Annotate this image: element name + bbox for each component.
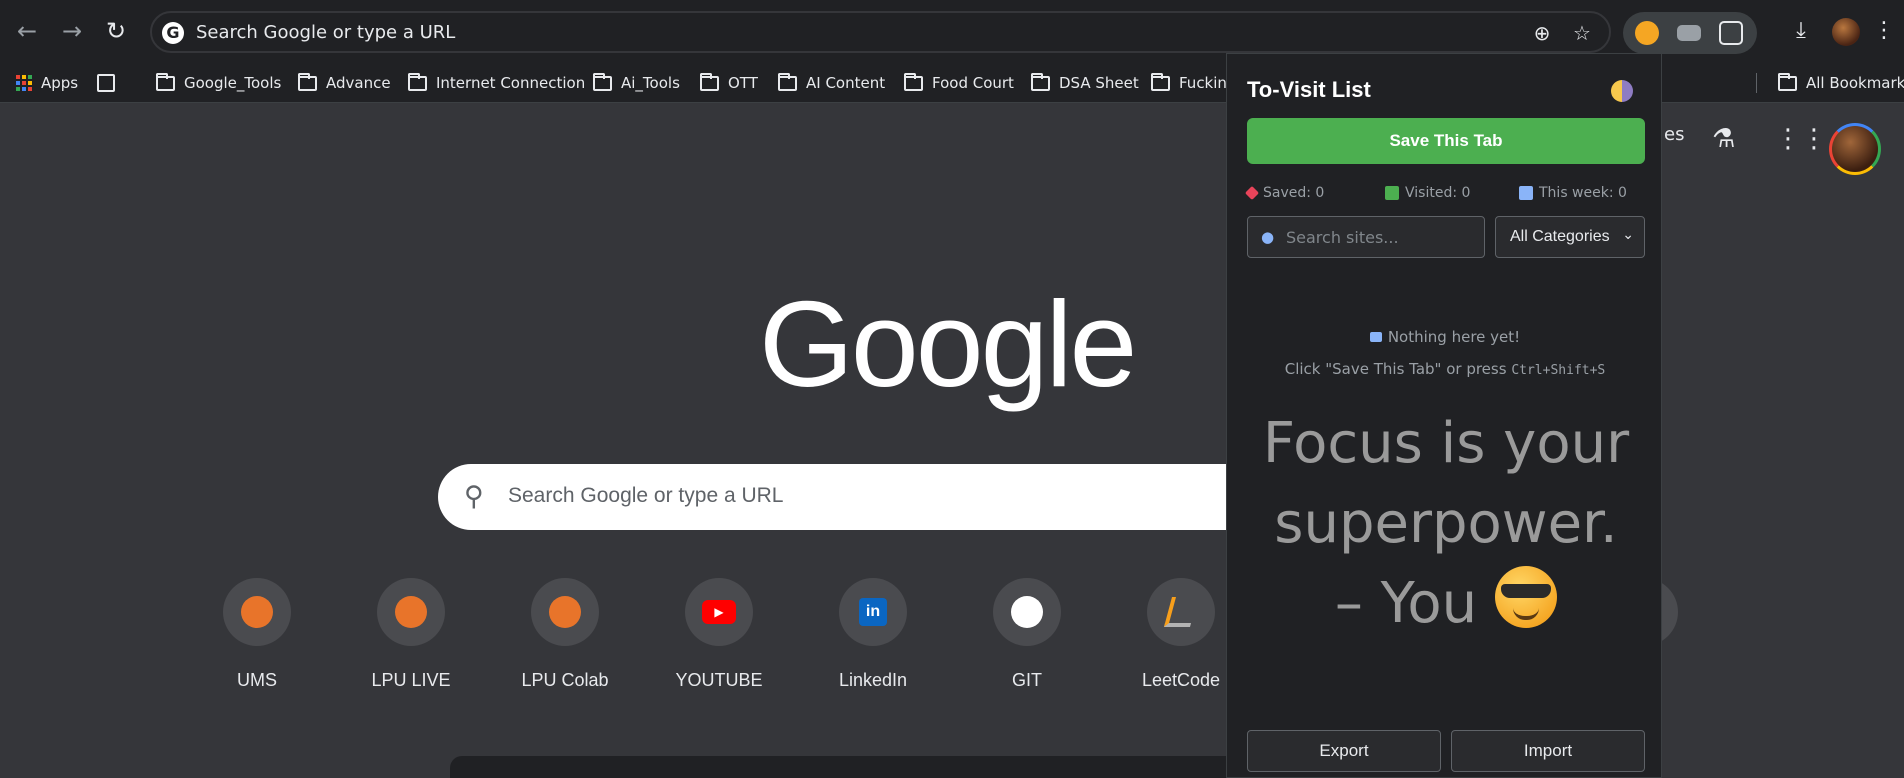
calendar-icon [1519, 186, 1533, 200]
motivational-quote: Focus is your superpower. – You [1262, 411, 1630, 636]
search-icon: ⚲ [464, 481, 484, 512]
bookmark-folder-partial[interactable]: Fuckin [1151, 72, 1227, 94]
export-button[interactable]: Export [1247, 730, 1441, 772]
all-bookmarks-button[interactable]: All Bookmarks [1778, 72, 1904, 94]
labs-partial-text: es [1664, 124, 1685, 145]
empty-state-title: Nothing here yet! [1227, 328, 1663, 346]
ums-favicon-icon [241, 596, 273, 628]
to-visit-extension-icon[interactable] [1635, 21, 1659, 45]
stat-visited: Visited: 0 [1385, 185, 1470, 201]
labs-flask-icon[interactable]: ⚗ [1712, 124, 1735, 154]
shortcut-lpu-live[interactable]: LPU LIVE [346, 578, 476, 691]
shortcut-icon-circle [223, 578, 291, 646]
shortcut-icon-circle: in [839, 578, 907, 646]
bookmark-folder-food-court[interactable]: Food Court [904, 72, 1014, 94]
bookmark-folder-ott[interactable]: OTT [700, 72, 758, 94]
google-logo: Google [759, 276, 1137, 412]
shortcut-linkedin[interactable]: in LinkedIn [808, 578, 938, 691]
bookmark-star-icon[interactable]: ☆ [1570, 21, 1594, 45]
pin-icon [1244, 185, 1260, 201]
save-tab-button[interactable]: Save This Tab [1247, 118, 1645, 164]
google-g-icon: G [162, 22, 184, 44]
sunglasses-emoji-icon [1495, 566, 1558, 628]
shortcut-icon-circle [993, 578, 1061, 646]
search-icon: ● [1261, 228, 1275, 246]
import-button[interactable]: Import [1451, 730, 1645, 772]
tab-groups-icon[interactable] [97, 72, 115, 94]
customize-bar [450, 756, 1240, 778]
bookmark-folder-google-tools[interactable]: Google_Tools [156, 72, 281, 94]
folder-icon [1031, 72, 1050, 91]
address-bar[interactable]: G Search Google or type a URL ⊕ ☆ [150, 11, 1611, 53]
shortcut-icon-circle: ▶ [685, 578, 753, 646]
folder-icon [1778, 72, 1797, 91]
stat-this-week: This week: 0 [1519, 185, 1627, 201]
back-arrow-icon[interactable]: ← [10, 14, 44, 48]
bookmark-folder-ai-tools[interactable]: Ai_Tools [593, 72, 680, 94]
forward-arrow-icon[interactable]: → [55, 14, 89, 48]
shortcut-icon-circle [377, 578, 445, 646]
leetcode-icon [1163, 597, 1199, 627]
bookmark-divider [1756, 73, 1757, 93]
folder-icon [408, 72, 427, 91]
bookmark-folder-dsa-sheet[interactable]: DSA Sheet [1031, 72, 1139, 94]
reload-icon[interactable]: ↻ [99, 14, 133, 48]
empty-state-hint: Click "Save This Tab" or press Ctrl+Shif… [1284, 360, 1606, 378]
github-icon [1011, 596, 1043, 628]
mailbox-icon [1369, 332, 1382, 342]
popup-title: To-Visit List [1247, 77, 1371, 102]
bookmark-folder-ai-content[interactable]: AI Content [778, 72, 885, 94]
shortcut-ums[interactable]: UMS [192, 578, 322, 691]
tab-manager-extension-icon[interactable] [1677, 25, 1701, 41]
folder-icon [298, 72, 317, 91]
menu-kebab-icon[interactable]: ⋮ [1870, 17, 1898, 45]
folder-icon [593, 72, 612, 91]
linkedin-icon: in [859, 598, 887, 626]
bookmark-folder-internet-connection[interactable]: Internet Connection [408, 72, 585, 94]
theme-toggle-icon[interactable] [1611, 80, 1633, 102]
download-icon[interactable]: ⤓ [1787, 17, 1815, 45]
shortcut-icon-circle [1147, 578, 1215, 646]
profile-avatar[interactable] [1832, 18, 1860, 46]
extensions-group [1623, 12, 1757, 54]
to-visit-popup: To-Visit List Save This Tab Saved: 0 Vis… [1226, 53, 1662, 778]
google-apps-icon[interactable]: ⋮⋮ [1775, 124, 1827, 154]
shortcut-youtube[interactable]: ▶ YOUTUBE [654, 578, 784, 691]
category-select[interactable]: All Categories ⌄ [1495, 216, 1645, 258]
account-avatar[interactable] [1829, 123, 1881, 175]
omnibox-text: Search Google or type a URL [196, 22, 456, 43]
youtube-play-icon: ▶ [702, 600, 736, 624]
folder-icon [700, 72, 719, 91]
folder-icon [778, 72, 797, 91]
search-sites-placeholder: Search sites... [1286, 228, 1399, 247]
checkbox-icon [1385, 186, 1399, 200]
bookmark-folder-advance[interactable]: Advance [298, 72, 391, 94]
zoom-icon[interactable]: ⊕ [1530, 21, 1554, 45]
search-sites-input[interactable]: ● Search sites... [1247, 216, 1485, 258]
stat-saved: Saved: 0 [1244, 185, 1324, 201]
apps-icon [16, 75, 32, 91]
folder-icon [1151, 72, 1170, 91]
lpu-live-favicon-icon [395, 596, 427, 628]
lpu-colab-favicon-icon [549, 596, 581, 628]
folder-icon [904, 72, 923, 91]
shortcut-git[interactable]: GIT [962, 578, 1092, 691]
search-placeholder: Search Google or type a URL [508, 484, 784, 507]
shortcut-icon-circle [531, 578, 599, 646]
bookmark-apps[interactable]: Apps [16, 72, 78, 94]
chevron-down-icon: ⌄ [1622, 227, 1634, 243]
shortcut-keys: Ctrl+Shift+S [1511, 363, 1606, 378]
shortcut-lpu-colab[interactable]: LPU Colab [500, 578, 630, 691]
folder-icon [156, 72, 175, 91]
extensions-puzzle-icon[interactable] [1719, 21, 1743, 45]
